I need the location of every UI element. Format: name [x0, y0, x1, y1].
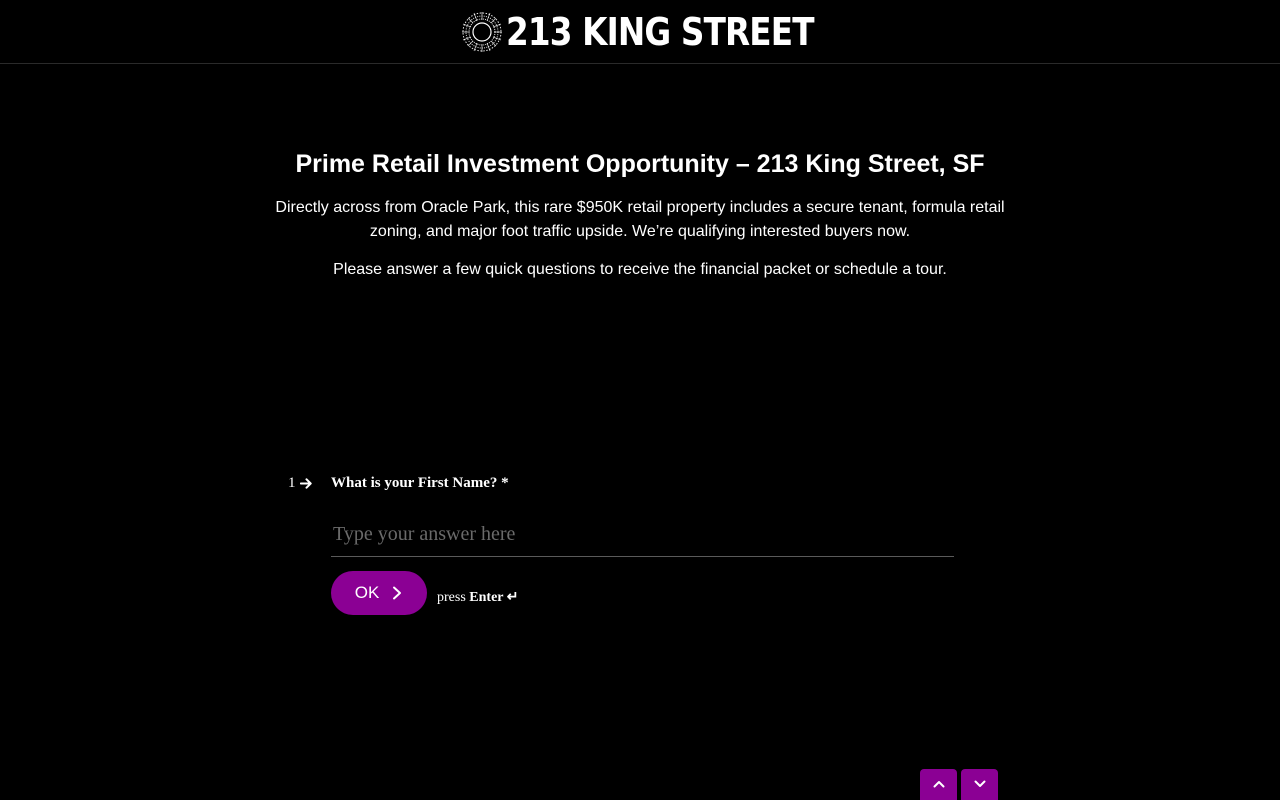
enter-hint-key: Enter ↵ [469, 589, 519, 605]
chevron-up-icon [933, 780, 944, 787]
starburst-logo-icon [462, 11, 503, 52]
enter-hint-prefix: press [437, 589, 466, 605]
question-number: 1 [288, 475, 331, 492]
next-question-button[interactable] [961, 769, 998, 800]
ok-button-label: OK [354, 583, 380, 602]
question-navigation [920, 769, 998, 800]
question-header: 1 What is your First Name? * [288, 472, 950, 494]
site-header: 213 KING STREET [0, 0, 1280, 64]
previous-question-button[interactable] [920, 769, 957, 800]
chevron-down-icon [974, 780, 985, 787]
question-number-text: 1 [288, 474, 296, 491]
question-first-name: 1 What is your First Name? * OK press En… [288, 472, 954, 615]
first-name-input[interactable] [331, 518, 954, 557]
brand-name: 213 KING STREET [506, 9, 815, 54]
brand-logo[interactable]: 213 KING STREET [460, 10, 820, 54]
intro-instruction: Please answer a few quick questions to r… [333, 261, 947, 278]
intro-description: Directly across from Oracle Park, this r… [275, 199, 1005, 240]
page-title: Prime Retail Investment Opportunity – 21… [295, 150, 985, 178]
chevron-right-icon [393, 586, 402, 600]
arrow-right-icon [299, 477, 312, 489]
submit-row: OK press Enter ↵ [331, 571, 950, 615]
ok-button[interactable]: OK [331, 571, 427, 615]
question-label: What is your First Name? * [331, 474, 509, 491]
enter-hint: press Enter ↵ [437, 589, 518, 606]
intro-section: Prime Retail Investment Opportunity – 21… [260, 146, 1020, 296]
